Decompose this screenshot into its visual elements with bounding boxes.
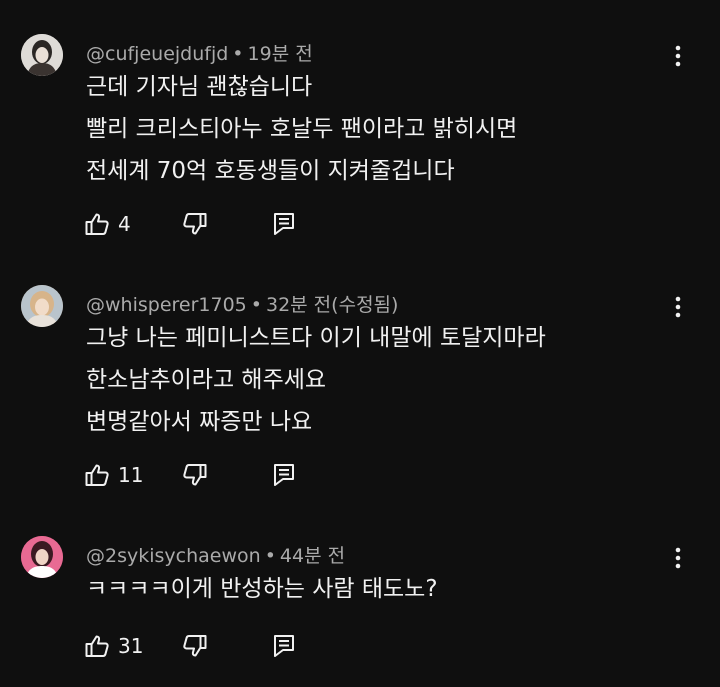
username[interactable]: @whisperer1705 [86, 294, 247, 316]
avatar[interactable] [21, 536, 63, 578]
timestamp[interactable]: 32분 전 [266, 294, 331, 316]
avatar-image [21, 285, 63, 327]
more-vert-icon [675, 45, 681, 67]
comment-header: @2sykisychaewon • 44분 전 [86, 541, 345, 568]
comment-line: ㅋㅋㅋㅋ이게 반성하는 사람 태도노? [86, 576, 438, 602]
avatar-image [21, 34, 63, 76]
username[interactable]: @2sykisychaewon [86, 545, 261, 567]
comment-header: @cufjeuejdufjd • 19분 전 [86, 39, 313, 66]
comment-line: 한소남추이라고 해주세요 [86, 367, 327, 393]
more-actions-button[interactable] [662, 538, 694, 578]
comment-text: 그냥 나는 페미니스트다 이기 내말에 토달지마라 한소남추이라고 해주세요 변… [86, 317, 546, 443]
thumbs-up-icon [85, 635, 109, 657]
more-actions-button[interactable] [662, 287, 694, 327]
comment-line: 변명같아서 짜증만 나요 [86, 409, 313, 435]
thumbs-up-icon [85, 464, 109, 486]
comment-header: @whisperer1705 • 32분 전(수정됨) [86, 290, 398, 317]
like-button[interactable]: 31 [84, 629, 143, 663]
separator: • [250, 294, 262, 316]
like-button[interactable]: 4 [84, 207, 131, 241]
comment-line: 빨리 크리스티아누 호날두 팬이라고 밝히시면 [86, 116, 518, 142]
thumbs-up-icon [85, 213, 109, 235]
like-count: 11 [118, 463, 144, 487]
separator: • [232, 43, 244, 65]
reply-icon [274, 635, 294, 657]
timestamp[interactable]: 44분 전 [280, 545, 345, 567]
dislike-button[interactable] [182, 458, 208, 492]
timestamp[interactable]: 19분 전 [248, 43, 313, 65]
thumbs-down-icon [183, 464, 207, 486]
more-vert-icon [675, 296, 681, 318]
edited-label: (수정됨) [331, 294, 399, 316]
reply-icon [274, 213, 294, 235]
avatar[interactable] [21, 34, 63, 76]
more-actions-button[interactable] [662, 36, 694, 76]
like-count: 4 [118, 212, 131, 236]
thumbs-down-icon [183, 635, 207, 657]
separator: • [264, 545, 276, 567]
dislike-button[interactable] [182, 629, 208, 663]
username[interactable]: @cufjeuejdufjd [86, 43, 228, 65]
like-count: 31 [118, 634, 144, 658]
comment-text: 근데 기자님 괜찮습니다 빨리 크리스티아누 호날두 팬이라고 밝히시면 전세계… [86, 66, 517, 192]
comment-line: 전세계 70억 호동생들이 지켜줄겁니다 [86, 158, 455, 184]
reply-button[interactable] [272, 207, 296, 241]
reply-button[interactable] [272, 629, 296, 663]
avatar[interactable] [21, 285, 63, 327]
dislike-button[interactable] [182, 207, 208, 241]
reply-button[interactable] [272, 458, 296, 492]
more-vert-icon [675, 547, 681, 569]
comment-line: 그냥 나는 페미니스트다 이기 내말에 토달지마라 [86, 325, 546, 351]
comment-line: 근데 기자님 괜찮습니다 [86, 74, 313, 100]
avatar-image [21, 536, 63, 578]
thumbs-down-icon [183, 213, 207, 235]
reply-icon [274, 464, 294, 486]
like-button[interactable]: 11 [84, 458, 143, 492]
comment-text: ㅋㅋㅋㅋ이게 반성하는 사람 태도노? [86, 568, 438, 610]
